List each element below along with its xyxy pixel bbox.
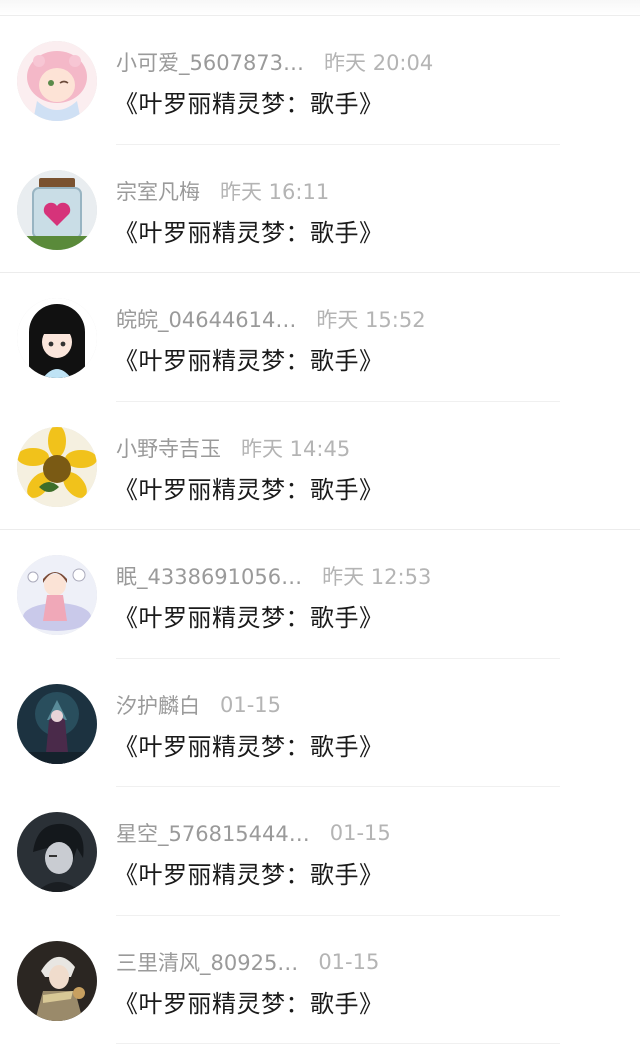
comment-text: 《叶罗丽精灵梦：歌手》 [114, 90, 384, 118]
comment-meta: 小野寺吉玉 昨天 14:45 [116, 433, 350, 463]
username[interactable]: 星空_576815444… [116, 818, 310, 848]
comment-list: 小可爱_5607873… 昨天 20:04 《叶罗丽精灵梦：歌手》 宗室凡梅 昨… [0, 16, 640, 1044]
timestamp: 01-15 [220, 692, 282, 717]
comment-text: 《叶罗丽精灵梦：歌手》 [114, 218, 384, 247]
comment-item[interactable]: 汐护麟白 01-15 《叶罗丽精灵梦：歌手》 [0, 659, 640, 787]
anime-girl-avatar-icon [17, 41, 97, 121]
username[interactable]: 宗室凡梅 [116, 176, 200, 206]
comment-text: 《叶罗丽精灵梦：歌手》 [114, 732, 384, 761]
timestamp: 01-15 [329, 821, 391, 845]
avatar[interactable] [17, 940, 97, 1021]
avatar[interactable] [17, 555, 97, 635]
comment-item[interactable]: 小可爱_5607873… 昨天 20:04 《叶罗丽精灵梦：歌手》 [0, 16, 640, 145]
comment-meta: 星空_576815444… 01-15 [116, 818, 391, 848]
avatar[interactable] [17, 298, 97, 378]
heart-jar-icon [17, 169, 97, 250]
comment-text: 《叶罗丽精灵梦：歌手》 [114, 861, 384, 889]
comment-meta: 汐护麟白 01-15 [116, 690, 281, 720]
comment-meta: 皖皖_04644614… 昨天 15:52 [116, 304, 426, 334]
avatar[interactable] [17, 683, 97, 764]
comment-meta: 三里清风_80925… 01-15 [116, 947, 379, 977]
sleeping-girl-icon [17, 555, 97, 635]
timestamp: 昨天 14:45 [241, 436, 351, 461]
divider [116, 1043, 560, 1044]
username[interactable]: 眠_4338691056… [116, 561, 302, 591]
avatar[interactable] [17, 41, 97, 121]
comment-item[interactable]: 星空_576815444… 01-15 《叶罗丽精灵梦：歌手》 [0, 787, 640, 916]
username[interactable]: 皖皖_04644614… [116, 304, 296, 334]
username[interactable]: 小野寺吉玉 [116, 433, 221, 463]
avatar[interactable] [17, 426, 97, 507]
comment-text: 《叶罗丽精灵梦：歌手》 [114, 989, 384, 1018]
comment-meta: 眠_4338691056… 昨天 12:53 [116, 561, 431, 591]
dark-fantasy-icon [17, 683, 97, 764]
black-hair-girl-icon [17, 298, 97, 378]
avatar[interactable] [17, 812, 97, 892]
comment-text: 《叶罗丽精灵梦：歌手》 [114, 475, 384, 504]
username[interactable]: 汐护麟白 [116, 690, 200, 720]
comment-item[interactable]: 皖皖_04644614… 昨天 15:52 《叶罗丽精灵梦：歌手》 [0, 273, 640, 402]
comment-text: 《叶罗丽精灵梦：歌手》 [114, 347, 384, 375]
comment-meta: 小可爱_5607873… 昨天 20:04 [116, 47, 433, 77]
username[interactable]: 三里清风_80925… [116, 947, 298, 977]
dark-anime-boy-icon [17, 812, 97, 892]
timestamp: 01-15 [318, 949, 380, 974]
timestamp: 昨天 15:52 [316, 308, 426, 332]
sunflower-icon [17, 426, 97, 507]
comment-item[interactable]: 三里清风_80925… 01-15 《叶罗丽精灵梦：歌手》 [0, 916, 640, 1044]
timestamp: 昨天 12:53 [322, 565, 432, 589]
comment-meta: 宗室凡梅 昨天 16:11 [116, 176, 329, 206]
comment-item[interactable]: 宗室凡梅 昨天 16:11 《叶罗丽精灵梦：歌手》 [0, 145, 640, 273]
comment-text: 《叶罗丽精灵梦：歌手》 [114, 604, 384, 632]
username[interactable]: 小可爱_5607873… [116, 47, 304, 77]
top-divider [0, 0, 640, 16]
avatar[interactable] [17, 169, 97, 250]
armored-warrior-icon [17, 940, 97, 1021]
comment-item[interactable]: 小野寺吉玉 昨天 14:45 《叶罗丽精灵梦：歌手》 [0, 402, 640, 530]
comment-item[interactable]: 眠_4338691056… 昨天 12:53 《叶罗丽精灵梦：歌手》 [0, 530, 640, 659]
timestamp: 昨天 20:04 [324, 51, 434, 75]
timestamp: 昨天 16:11 [220, 179, 330, 204]
